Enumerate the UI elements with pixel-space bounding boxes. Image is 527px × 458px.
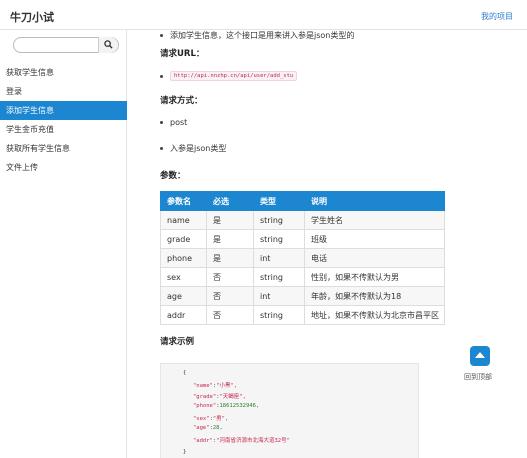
- top-bar: 牛刀小试 我的项目: [0, 0, 527, 30]
- table-cell: int: [253, 286, 305, 306]
- code-line: "grade":"天蝎座",: [193, 394, 246, 400]
- column-header: 类型: [253, 191, 305, 211]
- table-cell: 是: [206, 229, 254, 249]
- url-item: http://api.nnzhp.cn/api/user/add_stu: [160, 71, 298, 81]
- request-example-code: { "name":"小黑", "grade":"天蝎座", "phone":18…: [160, 363, 419, 458]
- table-cell: 是: [206, 210, 254, 230]
- table-row: addr 否 string 地址，如果不传默认为北京市昌平区: [160, 305, 445, 325]
- table-cell: string: [253, 210, 305, 230]
- sidebar-item-student-coin-recharge[interactable]: 学生金币充值: [0, 120, 127, 139]
- table-cell: string: [253, 305, 305, 325]
- column-header: 必选: [206, 191, 254, 211]
- table-cell: string: [253, 267, 305, 287]
- intro-item: 添加学生信息，这个接口是用来讲入参是json类型的: [160, 30, 354, 41]
- bullet-icon: [160, 74, 163, 78]
- code-line: }: [183, 449, 187, 455]
- column-header: 参数名: [160, 191, 207, 211]
- table-cell: 班级: [304, 229, 445, 249]
- method-item: post: [160, 118, 187, 127]
- method-post: post: [170, 118, 188, 127]
- table-row: grade 是 string 班级: [160, 229, 445, 249]
- table-cell: 地址，如果不传默认为北京市昌平区: [304, 305, 445, 325]
- code-line: "sex":"男",: [193, 416, 229, 422]
- sidebar-item-login[interactable]: 登录: [0, 82, 127, 101]
- sidebar-item-file-upload[interactable]: 文件上传: [0, 158, 127, 177]
- my-projects-link[interactable]: 我的项目: [481, 11, 513, 22]
- table-row: name 是 string 学生姓名: [160, 210, 445, 230]
- code-line: "phone":18612532946,: [193, 403, 260, 409]
- param-type-item: 入参是json类型: [160, 143, 226, 154]
- table-row: age 否 int 年龄，如果不传默认为18: [160, 286, 445, 306]
- example-heading: 请求示例: [160, 337, 195, 347]
- chevron-up-icon: [475, 352, 485, 358]
- table-cell: 电话: [304, 248, 445, 268]
- table-cell: age: [160, 286, 207, 306]
- table-cell: 性别，如果不传默认为男: [304, 267, 445, 287]
- table-cell: 是: [206, 248, 254, 268]
- code-line: "age":28,: [193, 425, 223, 431]
- params-heading: 参数：: [160, 171, 186, 181]
- url-heading: 请求URL：: [160, 49, 205, 59]
- column-header: 说明: [304, 191, 445, 211]
- main-content: 添加学生信息，这个接口是用来讲入参是json类型的 请求URL： http://…: [160, 30, 460, 458]
- table-cell: sex: [160, 267, 207, 287]
- request-url: http://api.nnzhp.cn/api/user/add_stu: [170, 71, 298, 81]
- table-cell: 否: [206, 286, 254, 306]
- param-type-text: 入参是json类型: [170, 144, 227, 153]
- table-cell: addr: [160, 305, 207, 325]
- app-title: 牛刀小试: [10, 11, 54, 24]
- table-cell: 否: [206, 267, 254, 287]
- search-input[interactable]: [18, 39, 98, 51]
- bullet-icon: [160, 147, 163, 150]
- table-cell: phone: [160, 248, 207, 268]
- table-cell: 学生姓名: [304, 210, 445, 230]
- method-heading: 请求方式：: [160, 96, 203, 106]
- table-cell: string: [253, 229, 305, 249]
- table-cell: int: [253, 248, 305, 268]
- back-to-top-label[interactable]: 回到顶部: [464, 372, 492, 382]
- table-cell: 年龄，如果不传默认为18: [304, 286, 445, 306]
- code-line: {: [183, 370, 187, 376]
- code-line: "name":"小黑",: [193, 383, 238, 389]
- bullet-icon: [160, 34, 163, 37]
- table-row: phone 是 int 电话: [160, 248, 445, 268]
- back-to-top-button[interactable]: [470, 346, 490, 366]
- table-row: sex 否 string 性别，如果不传默认为男: [160, 267, 445, 287]
- bullet-icon: [160, 121, 163, 124]
- search-icon: [104, 40, 113, 49]
- search-button[interactable]: [98, 37, 118, 53]
- sidebar-nav: 获取学生信息 登录 添加学生信息 学生金币充值 获取所有学生信息 文件上传: [0, 63, 127, 177]
- sidebar-item-get-all-students[interactable]: 获取所有学生信息: [0, 139, 127, 158]
- table-cell: 否: [206, 305, 254, 325]
- table-cell: name: [160, 210, 207, 230]
- code-line: "addr":"河南省济源市北海大道32号": [193, 438, 290, 444]
- table-header-row: 参数名 必选 类型 说明: [160, 191, 445, 211]
- search-box: [13, 37, 119, 53]
- params-table: 参数名 必选 类型 说明 name 是 string 学生姓名 grade 是 …: [160, 191, 445, 325]
- intro-text: 添加学生信息，这个接口是用来讲入参是json类型的: [170, 31, 355, 40]
- sidebar: 获取学生信息 登录 添加学生信息 学生金币充值 获取所有学生信息 文件上传: [0, 30, 127, 458]
- sidebar-item-get-student-info[interactable]: 获取学生信息: [0, 63, 127, 82]
- table-cell: grade: [160, 229, 207, 249]
- sidebar-item-add-student-info[interactable]: 添加学生信息: [0, 101, 127, 120]
